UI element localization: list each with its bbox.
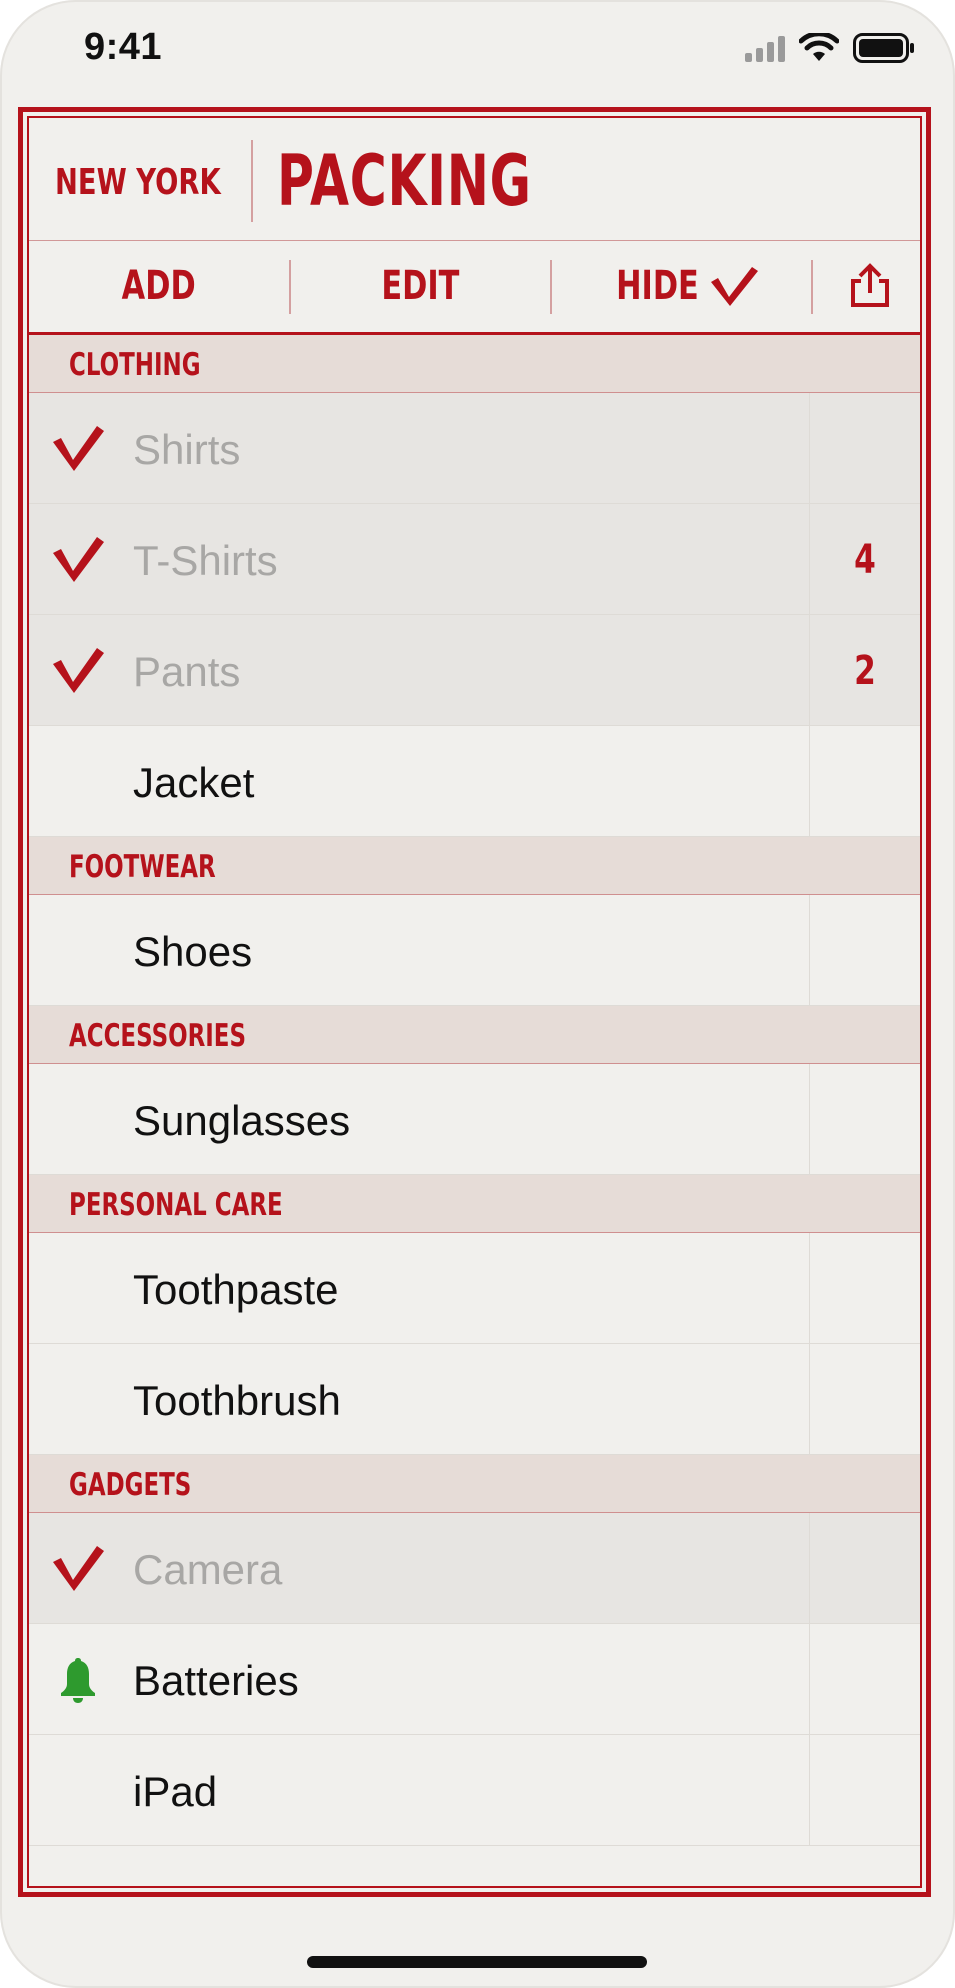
- add-button-label: ADD: [121, 263, 197, 309]
- list-item[interactable]: Sunglasses: [29, 1064, 920, 1175]
- item-name: Toothpaste: [133, 1266, 339, 1313]
- section-label: CLOTHING: [69, 347, 201, 383]
- share-icon: [850, 263, 889, 307]
- list-item[interactable]: Shirts: [29, 393, 920, 504]
- share-button[interactable]: [813, 240, 926, 332]
- status-time: 9:41: [84, 26, 163, 68]
- page-title: PACKING: [277, 140, 532, 222]
- count-column: [809, 1735, 920, 1845]
- section-header: FOOTWEAR: [29, 837, 920, 895]
- count-column: [809, 726, 920, 836]
- status-bar: 9:41: [0, 0, 955, 100]
- list-item[interactable]: Toothbrush: [29, 1344, 920, 1455]
- hide-checked-button[interactable]: HIDE: [552, 240, 811, 332]
- item-name: Pants: [133, 648, 241, 695]
- count-column: [809, 1513, 920, 1623]
- item-name: Batteries: [133, 1657, 299, 1704]
- item-name: Shirts: [133, 426, 241, 473]
- item-count[interactable]: 2: [810, 615, 920, 726]
- section-label: GADGETS: [69, 1467, 192, 1503]
- count-column: [809, 1233, 920, 1343]
- list-item[interactable]: Shoes: [29, 895, 920, 1006]
- hide-button-label: HIDE: [616, 263, 699, 309]
- packing-list: CLOTHING Shirts T-Shirts 4 Pants 2 Jacket FOOTW…: [29, 335, 920, 1846]
- header-divider: [251, 140, 253, 222]
- app-frame-inner: NEW YORK PACKING ADD EDIT HIDE CLOTHING …: [27, 116, 922, 1888]
- add-button[interactable]: ADD: [29, 240, 289, 332]
- section-header: PERSONAL CARE: [29, 1175, 920, 1233]
- item-name: Toothbrush: [133, 1377, 341, 1424]
- app-frame: NEW YORK PACKING ADD EDIT HIDE CLOTHING …: [18, 107, 931, 1897]
- section-label: PERSONAL CARE: [69, 1187, 283, 1223]
- wifi-icon: [799, 33, 839, 61]
- count-column: [809, 1064, 920, 1174]
- checkmark-icon: [710, 267, 758, 306]
- list-item[interactable]: Pants 2: [29, 615, 920, 726]
- count-column: [809, 1624, 920, 1734]
- checkmark-icon[interactable]: [51, 423, 105, 473]
- item-name: Jacket: [133, 759, 255, 806]
- list-item[interactable]: T-Shirts 4: [29, 504, 920, 615]
- section-header: GADGETS: [29, 1455, 920, 1513]
- list-item[interactable]: Batteries: [29, 1624, 920, 1735]
- list-item[interactable]: Jacket: [29, 726, 920, 837]
- list-item[interactable]: iPad: [29, 1735, 920, 1846]
- item-name: T-Shirts: [133, 537, 278, 584]
- item-name: iPad: [133, 1768, 218, 1815]
- bell-icon[interactable]: [51, 1654, 105, 1704]
- count-column: [809, 1344, 920, 1454]
- status-icons: [745, 33, 915, 63]
- edit-button[interactable]: EDIT: [291, 240, 550, 332]
- section-label: ACCESSORIES: [69, 1018, 247, 1054]
- header: NEW YORK PACKING: [29, 118, 920, 241]
- battery-icon: [853, 33, 914, 63]
- home-indicator[interactable]: [307, 1956, 647, 1968]
- phone-screen: 9:41 NEW YORK PACKING ADD EDIT HIDE CLOT…: [0, 0, 955, 1988]
- item-name: Sunglasses: [133, 1097, 351, 1144]
- count-column: [809, 393, 920, 503]
- list-item[interactable]: Toothpaste: [29, 1233, 920, 1344]
- section-label: FOOTWEAR: [69, 849, 216, 885]
- item-count-value: 2: [854, 647, 876, 694]
- checkmark-icon[interactable]: [51, 534, 105, 584]
- list-item[interactable]: Camera: [29, 1513, 920, 1624]
- item-count-value: 4: [854, 536, 876, 583]
- edit-button-label: EDIT: [381, 263, 460, 309]
- count-column: [809, 895, 920, 1005]
- checkmark-icon[interactable]: [51, 1543, 105, 1593]
- city-label[interactable]: NEW YORK: [55, 162, 221, 203]
- item-name: Camera: [133, 1546, 283, 1593]
- item-count[interactable]: 4: [810, 504, 920, 615]
- item-name: Shoes: [133, 928, 253, 975]
- checkmark-icon[interactable]: [51, 645, 105, 695]
- toolbar: ADD EDIT HIDE: [29, 240, 920, 335]
- section-header: ACCESSORIES: [29, 1006, 920, 1064]
- section-header: CLOTHING: [29, 335, 920, 393]
- cellular-signal-icon: [745, 34, 785, 62]
